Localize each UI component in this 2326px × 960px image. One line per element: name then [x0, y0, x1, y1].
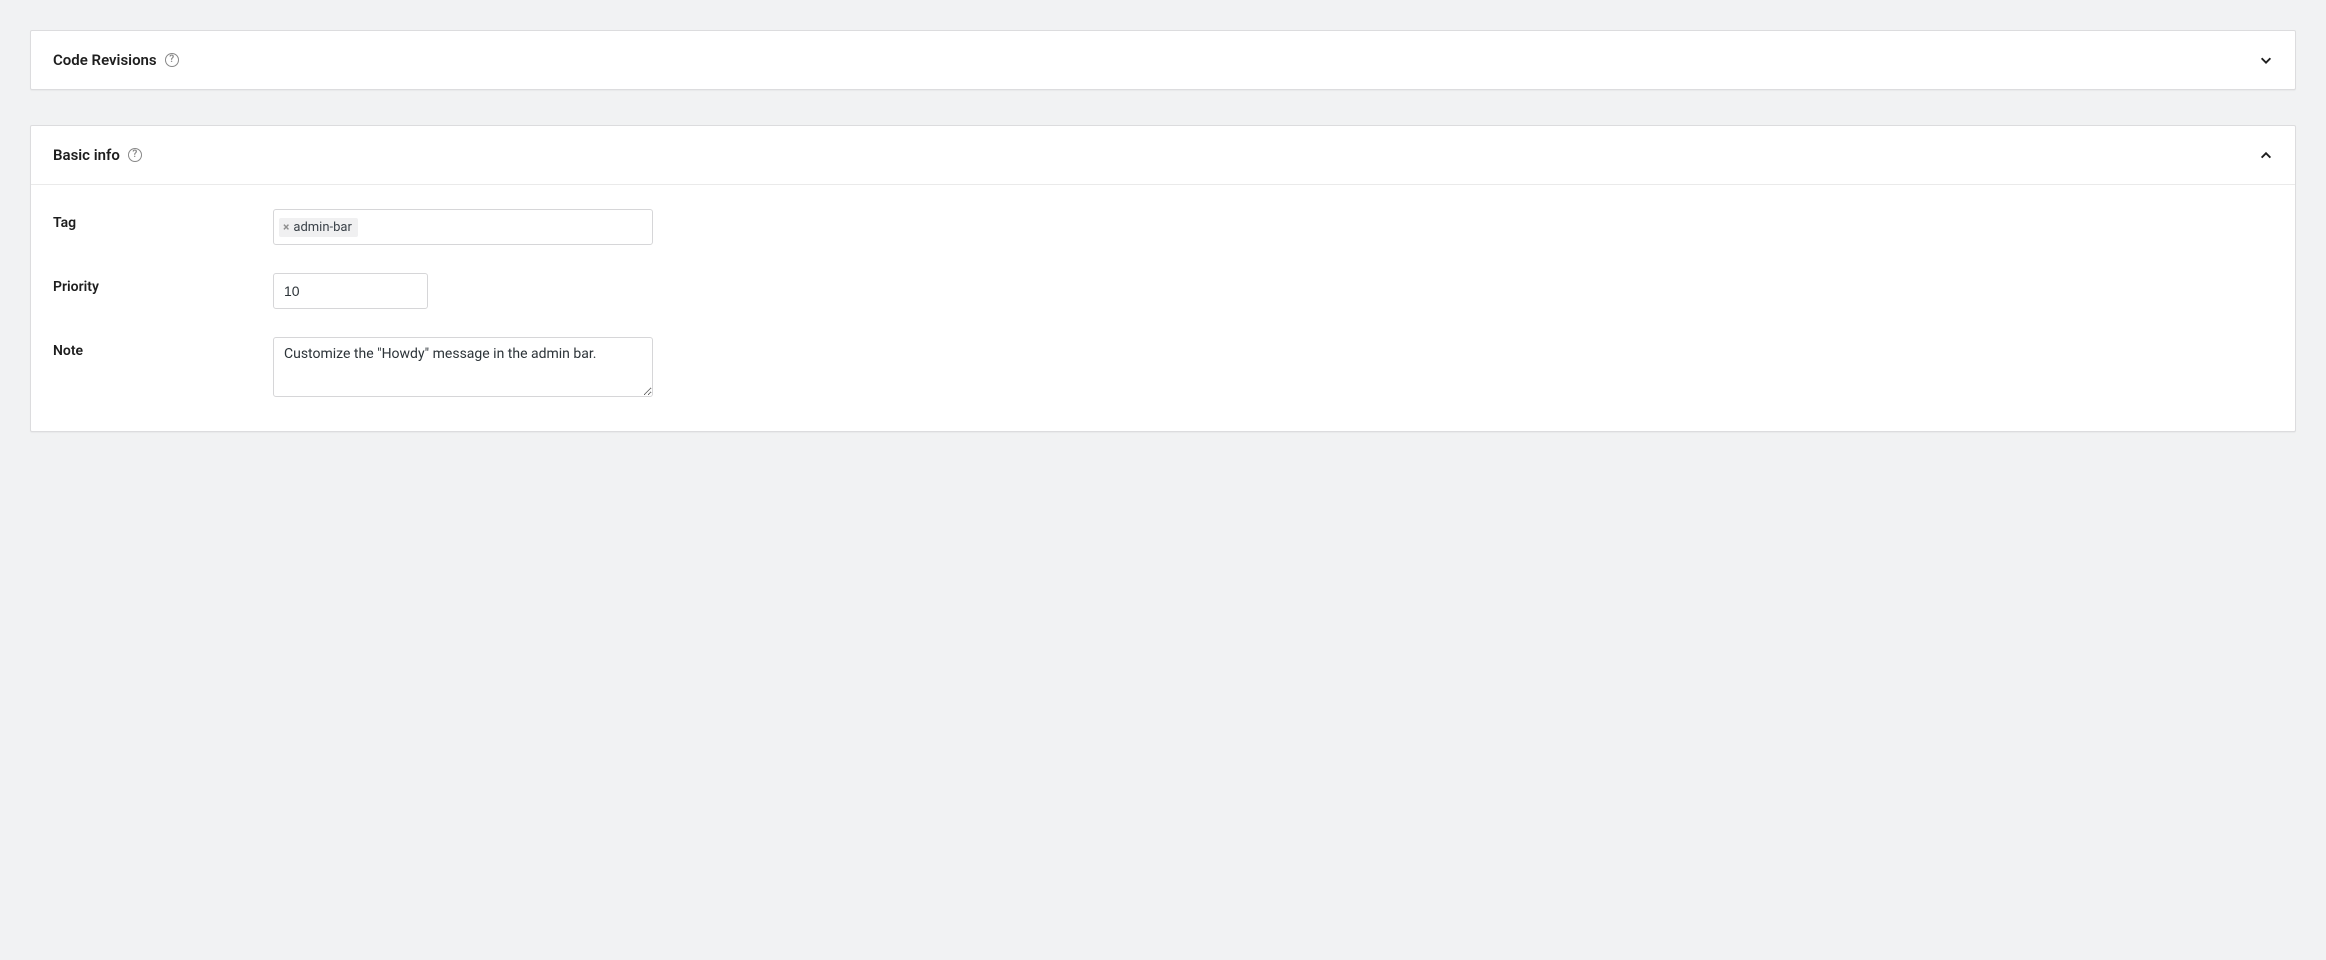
panel-header-title-group: Code Revisions ? — [53, 51, 179, 69]
help-icon[interactable]: ? — [128, 148, 142, 162]
note-textarea[interactable] — [273, 337, 653, 397]
tag-chip-label: admin-bar — [293, 220, 352, 235]
chevron-up-icon — [2259, 148, 2273, 162]
code-revisions-title: Code Revisions — [53, 51, 157, 69]
tag-chip: × admin-bar — [279, 218, 358, 237]
priority-row: Priority — [53, 273, 2273, 309]
close-icon[interactable]: × — [283, 221, 289, 233]
basic-info-body: Tag × admin-bar Priority Note — [31, 184, 2295, 431]
basic-info-header[interactable]: Basic info ? — [31, 126, 2295, 184]
priority-label: Priority — [53, 273, 273, 295]
panel-header-title-group: Basic info ? — [53, 146, 142, 164]
priority-input[interactable] — [273, 273, 428, 309]
basic-info-title: Basic info — [53, 146, 120, 164]
tag-row: Tag × admin-bar — [53, 209, 2273, 245]
tag-input[interactable]: × admin-bar — [273, 209, 653, 245]
note-row: Note — [53, 337, 2273, 401]
code-revisions-panel: Code Revisions ? — [30, 30, 2296, 90]
note-label: Note — [53, 337, 273, 359]
code-revisions-header[interactable]: Code Revisions ? — [31, 31, 2295, 89]
chevron-down-icon — [2259, 53, 2273, 67]
basic-info-panel: Basic info ? Tag × admin-bar Priority — [30, 125, 2296, 432]
tag-label: Tag — [53, 209, 273, 231]
help-icon[interactable]: ? — [165, 53, 179, 67]
